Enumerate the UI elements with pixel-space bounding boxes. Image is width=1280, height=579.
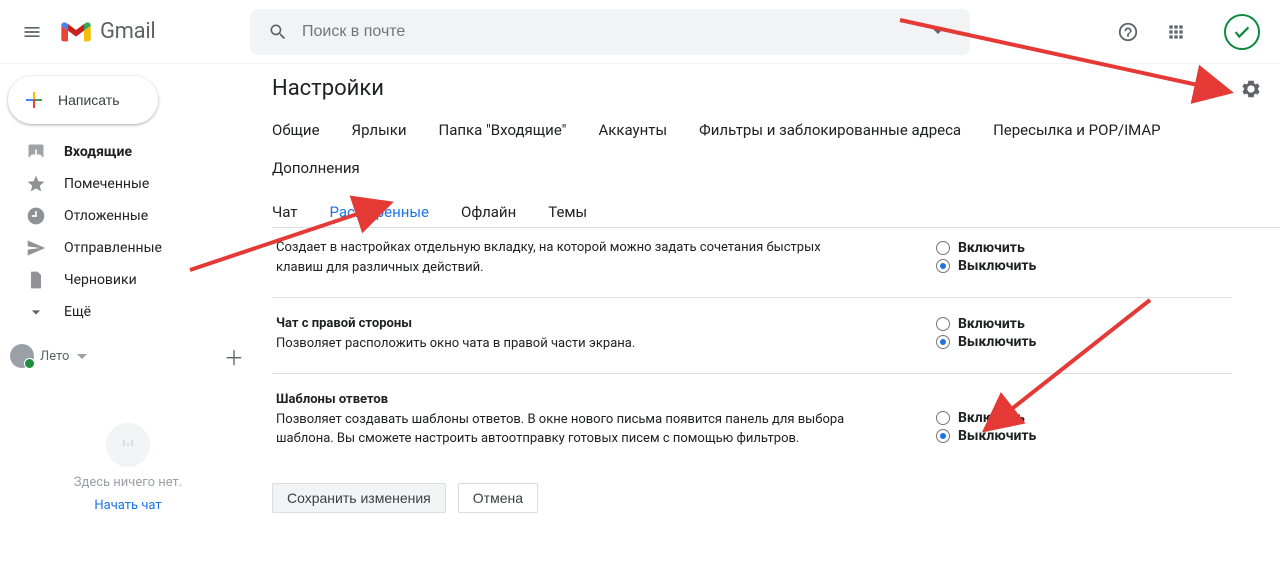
cancel-button[interactable]: Отмена (458, 483, 538, 513)
page-title: Настройки (272, 76, 384, 101)
tab-filters[interactable]: Фильтры и заблокированные адреса (699, 111, 975, 149)
actions-row: Сохранить изменения Отмена (272, 469, 1280, 527)
chat-bubble-icon (106, 423, 150, 467)
compose-button[interactable]: Написать (8, 76, 158, 124)
settings-tabs-row2: Чат Расширенные Офлайн Темы (272, 193, 1280, 231)
tab-offline[interactable]: Офлайн (461, 193, 530, 231)
setting-chat-right: Чат с правой стороны Позволяет расположи… (272, 298, 1232, 374)
account-avatar[interactable] (1224, 14, 1260, 50)
search-button[interactable] (258, 12, 298, 52)
apps-button[interactable] (1156, 12, 1196, 52)
search-bar[interactable] (250, 9, 970, 55)
tab-addons[interactable]: Дополнения (272, 149, 374, 187)
app-header: Gmail (0, 0, 1280, 64)
compose-label: Написать (58, 92, 119, 108)
help-button[interactable] (1108, 12, 1148, 52)
sent-icon (26, 238, 46, 258)
tab-chat[interactable]: Чат (272, 193, 312, 231)
sidebar-list: Входящие Помеченные Отложенные Отправлен… (0, 136, 256, 328)
chevron-down-icon (26, 302, 46, 322)
account-ext-icon (1231, 21, 1253, 43)
sidebar-item-more[interactable]: Ещё (0, 296, 256, 328)
tab-general[interactable]: Общие (272, 111, 334, 149)
hamburger-icon (22, 22, 42, 42)
hangouts-header: Лето ＋ (0, 336, 256, 376)
setting-desc: Позволяет расположить окно чата в правой… (276, 336, 635, 351)
tab-themes[interactable]: Темы (548, 193, 601, 231)
file-icon (26, 270, 46, 290)
tab-labels[interactable]: Ярлыки (352, 111, 421, 149)
gmail-text: Gmail (100, 19, 155, 44)
gear-icon (1240, 78, 1262, 100)
clock-icon (26, 206, 46, 226)
radio-disable[interactable]: Выключить (936, 258, 1220, 274)
tab-inbox[interactable]: Папка "Входящие" (439, 111, 581, 149)
radio-icon (936, 411, 950, 425)
radio-enable[interactable]: Включить (936, 316, 1220, 332)
setting-desc: Позволяет создавать шаблоны ответов. В о… (276, 412, 844, 447)
radio-icon (936, 259, 950, 273)
radio-enable[interactable]: Включить (936, 240, 1220, 256)
start-chat-link[interactable]: Начать чат (94, 498, 161, 513)
hangouts-empty-text: Здесь ничего нет. (74, 475, 182, 490)
settings-gear-button[interactable] (1240, 78, 1262, 104)
sidebar-item-inbox[interactable]: Входящие (0, 136, 256, 168)
setting-templates: Шаблоны ответов Позволяет создавать шабл… (272, 374, 1232, 469)
tab-advanced[interactable]: Расширенные (330, 193, 443, 231)
search-icon (268, 22, 288, 42)
search-input[interactable] (298, 23, 918, 41)
radio-enable[interactable]: Включить (936, 410, 1220, 426)
hangouts-user[interactable]: Лето (10, 344, 87, 368)
setting-title: Чат с правой стороны (276, 314, 866, 334)
radio-disable[interactable]: Выключить (936, 428, 1220, 444)
radio-icon (936, 241, 950, 255)
radio-disable[interactable]: Выключить (936, 334, 1220, 350)
main-menu-button[interactable] (8, 8, 56, 56)
inbox-icon (26, 142, 46, 162)
apps-icon (1166, 22, 1186, 42)
chevron-down-icon (933, 29, 943, 34)
help-icon (1117, 21, 1139, 43)
plus-icon (22, 88, 46, 112)
save-button[interactable]: Сохранить изменения (272, 483, 446, 513)
settings-tabs: Общие Ярлыки Папка "Входящие" Аккаунты Ф… (272, 111, 1280, 187)
radio-icon (936, 429, 950, 443)
radio-icon (936, 317, 950, 331)
main-content: Настройки Общие Ярлыки Папка "Входящие" … (256, 64, 1280, 579)
gmail-m-icon (60, 20, 92, 44)
tab-forwarding[interactable]: Пересылка и POP/IMAP (993, 111, 1175, 149)
setting-desc: Создает в настройках отдельную вкладку, … (276, 240, 821, 275)
setting-custom-shortcuts: Создает в настройках отдельную вкладку, … (272, 228, 1232, 298)
hangouts-empty: Здесь ничего нет. Начать чат (0, 376, 256, 579)
star-icon (26, 174, 46, 194)
tab-accounts[interactable]: Аккаунты (599, 111, 682, 149)
body: Написать Входящие Помеченные Отложенные … (0, 64, 1280, 579)
user-avatar-icon (10, 344, 34, 368)
chevron-down-icon (77, 354, 87, 359)
header-right (1108, 12, 1272, 52)
new-chat-button[interactable]: ＋ (222, 344, 246, 368)
sidebar-item-snoozed[interactable]: Отложенные (0, 200, 256, 232)
setting-title: Шаблоны ответов (276, 390, 866, 410)
sidebar-item-starred[interactable]: Помеченные (0, 168, 256, 200)
sidebar-item-drafts[interactable]: Черновики (0, 264, 256, 296)
sidebar-item-sent[interactable]: Отправленные (0, 232, 256, 264)
search-options-button[interactable] (918, 29, 958, 34)
settings-list: Создает в настройках отдельную вкладку, … (272, 227, 1280, 527)
gmail-logo[interactable]: Gmail (60, 19, 220, 44)
radio-icon (936, 335, 950, 349)
sidebar: Написать Входящие Помеченные Отложенные … (0, 64, 256, 579)
